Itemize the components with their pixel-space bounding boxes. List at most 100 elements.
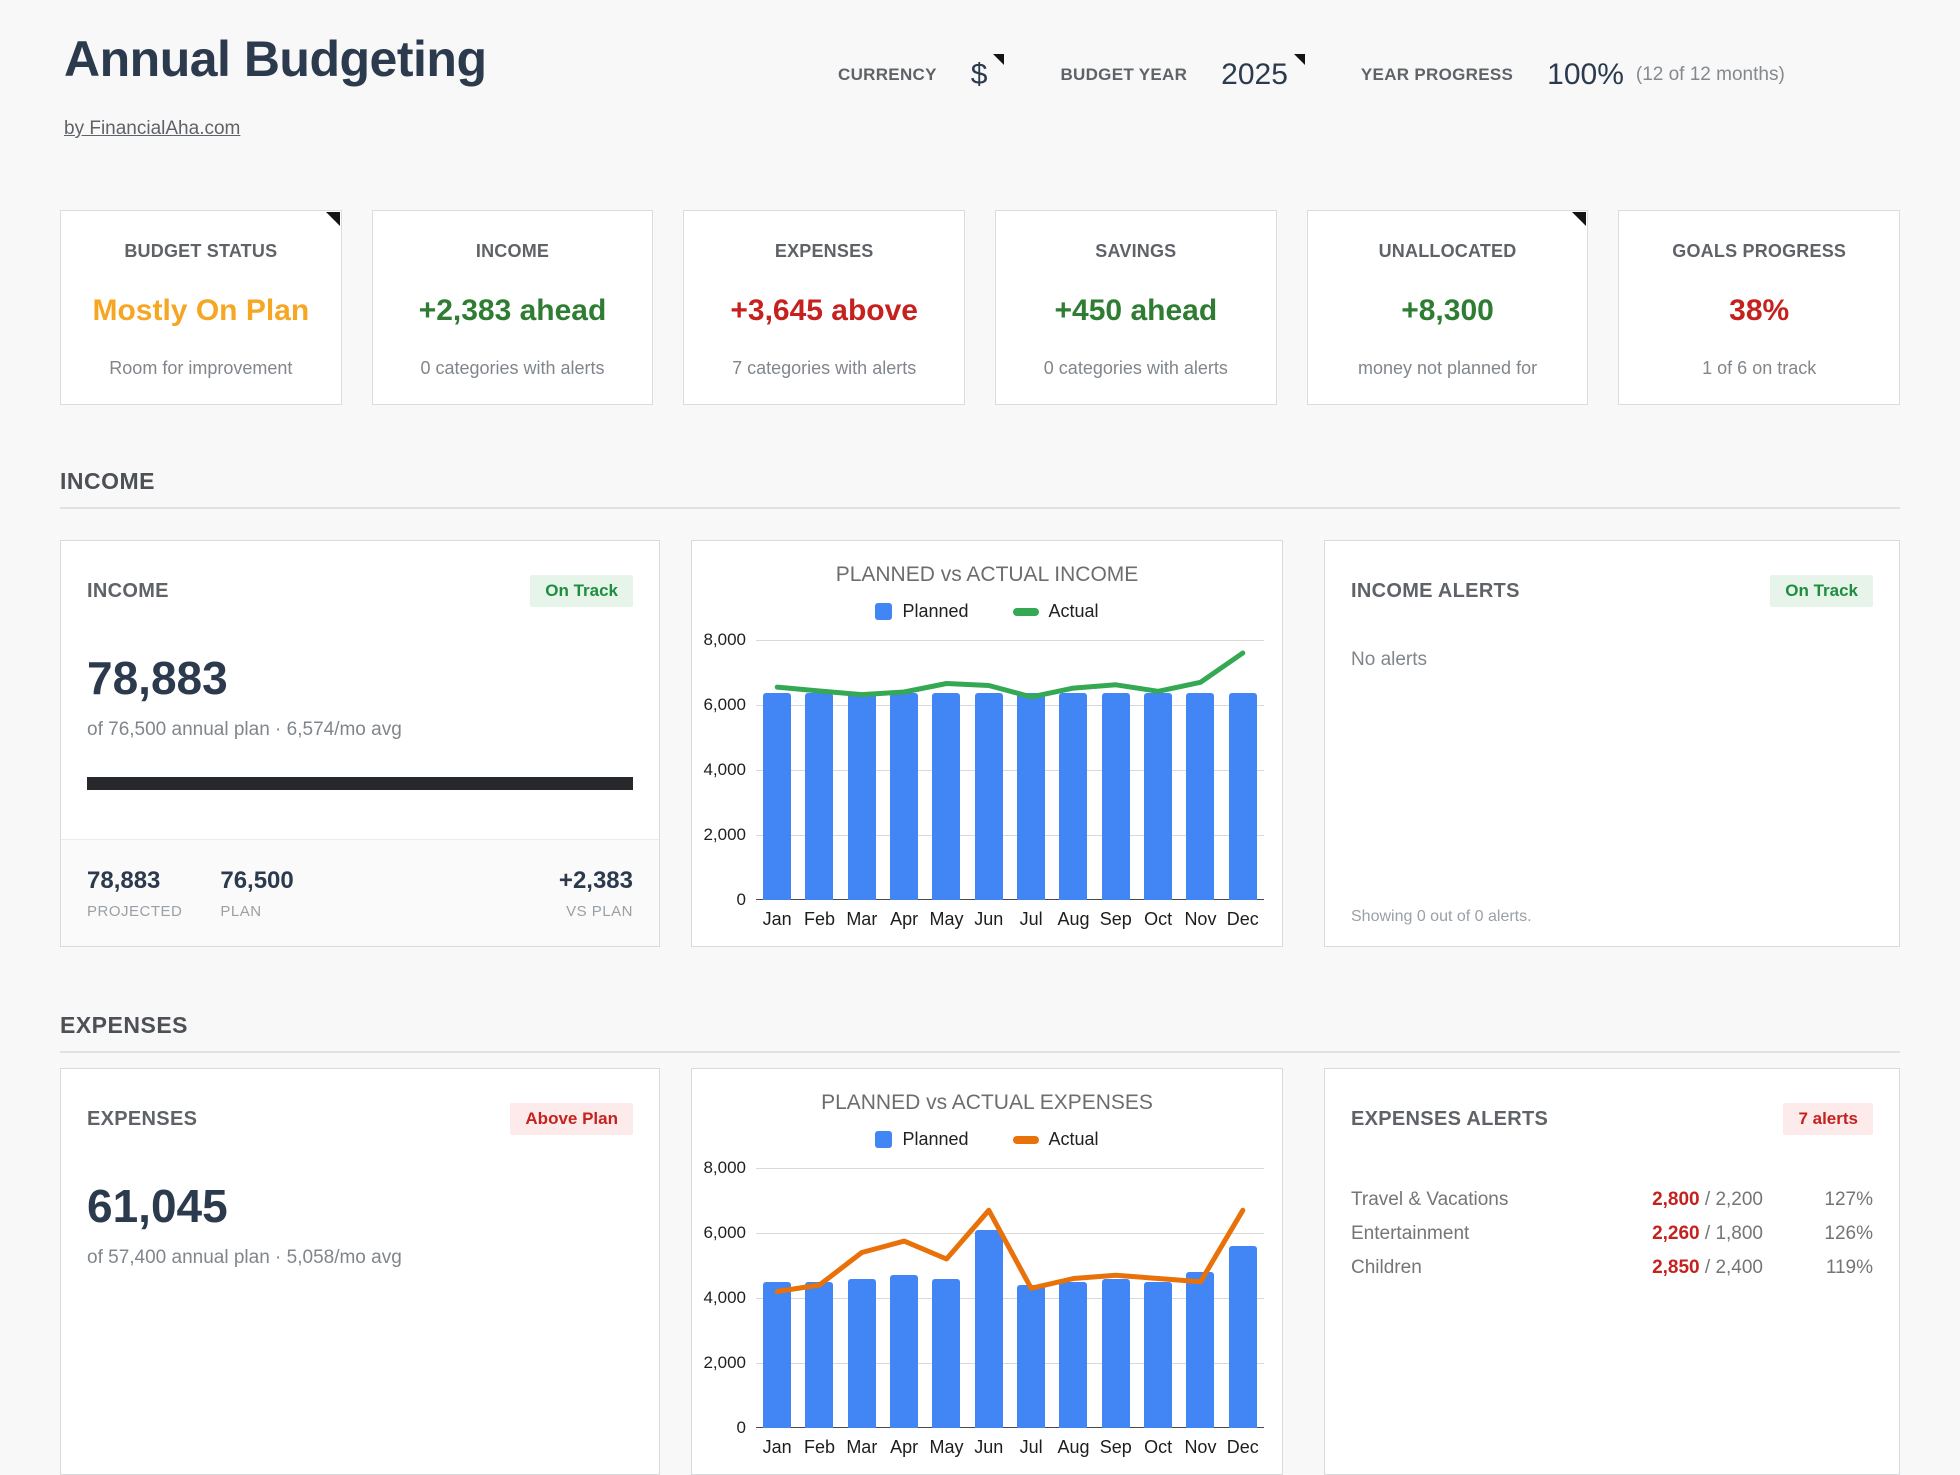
chart-legend: Planned Actual [692, 601, 1282, 622]
card-title: GOALS PROGRESS [1672, 241, 1846, 262]
alert-category: Children [1351, 1257, 1652, 1279]
legend-label: Actual [1049, 1129, 1099, 1150]
expenses-summary-panel: EXPENSES Above Plan 61,045 of 57,400 ann… [60, 1068, 660, 1475]
card-title: SAVINGS [1095, 241, 1176, 262]
legend-planned: Planned [875, 601, 968, 622]
page-title: Annual Budgeting [64, 30, 487, 88]
income-summary-panel: INCOME On Track 78,883 of 76,500 annual … [60, 540, 660, 947]
expenses-alerts-panel: EXPENSES ALERTS 7 alerts Travel & Vacati… [1324, 1068, 1900, 1475]
budget-year-control[interactable]: BUDGET YEAR 2025 [1060, 58, 1298, 92]
planned-swatch-icon [875, 603, 892, 620]
summary-card-goals-progress: GOALS PROGRESS 38% 1 of 6 on track [1618, 210, 1900, 405]
income-total: 78,883 [87, 651, 659, 705]
card-subtitle: 0 categories with alerts [420, 358, 604, 379]
card-title: INCOME [476, 241, 549, 262]
summary-card-budget-status: BUDGET STATUS Mostly On Plan Room for im… [60, 210, 342, 405]
card-subtitle: Room for improvement [109, 358, 292, 379]
alerts-footer: Showing 0 out of 0 alerts. [1351, 908, 1532, 926]
alert-category: Entertainment [1351, 1223, 1652, 1245]
alert-row: Children 2,850 / 2,400 119% [1351, 1251, 1873, 1285]
summary-card-expenses: EXPENSES +3,645 above 7 categories with … [683, 210, 965, 405]
legend-label: Planned [902, 1129, 968, 1150]
expenses-total: 61,045 [87, 1179, 659, 1233]
card-value: Mostly On Plan [92, 294, 309, 328]
alert-actual: 2,850 [1652, 1257, 1700, 1278]
alert-row: Entertainment 2,260 / 1,800 126% [1351, 1217, 1873, 1251]
card-value: +3,645 above [730, 294, 918, 328]
income-panel-footer: 78,883 PROJECTED 76,500 PLAN +2,383 VS P… [61, 839, 659, 946]
year-progress-value: 100% [1547, 58, 1624, 92]
income-alerts-panel: INCOME ALERTS On Track No alerts Showing… [1324, 540, 1900, 947]
alert-percent: 119% [1763, 1257, 1873, 1279]
alert-actual: 2,260 [1652, 1223, 1700, 1244]
x-axis: JanFebMarAprMayJunJulAugSepOctNovDec [756, 1437, 1264, 1458]
alert-percent: 127% [1763, 1189, 1873, 1211]
x-axis: JanFebMarAprMayJunJulAugSepOctNovDec [756, 909, 1264, 930]
chart-legend: Planned Actual [692, 1129, 1282, 1150]
vs-plan-value: +2,383 [559, 867, 633, 895]
year-progress-note: (12 of 12 months) [1636, 64, 1785, 86]
currency-value[interactable]: $ [971, 58, 988, 92]
expenses-panel-title: EXPENSES [87, 1108, 197, 1131]
card-value: +450 ahead [1055, 294, 1218, 328]
card-value: +8,300 [1401, 294, 1494, 328]
currency-control[interactable]: CURRENCY $ [838, 58, 998, 92]
summary-cards-row: BUDGET STATUS Mostly On Plan Room for im… [60, 210, 1900, 405]
alerts-count-badge: 7 alerts [1783, 1103, 1873, 1135]
expenses-plan-note: of 57,400 annual plan · 5,058/mo avg [87, 1247, 659, 1269]
legend-planned: Planned [875, 1129, 968, 1150]
annual-budgeting-dashboard: Annual Budgeting by FinancialAha.com CUR… [0, 0, 1960, 1250]
card-subtitle: 1 of 6 on track [1702, 358, 1816, 379]
budget-year-value[interactable]: 2025 [1221, 58, 1288, 92]
budget-year-label: BUDGET YEAR [1060, 65, 1187, 85]
plan-label: PLAN [220, 903, 293, 920]
note-marker-icon [1572, 212, 1586, 226]
alert-plan: 1,800 [1715, 1223, 1763, 1244]
legend-label: Actual [1049, 601, 1099, 622]
alert-row: Travel & Vacations 2,800 / 2,200 127% [1351, 1183, 1873, 1217]
card-subtitle: 7 categories with alerts [732, 358, 916, 379]
card-value: 38% [1729, 294, 1789, 328]
y-axis: 02,0004,0006,0008,000 [698, 1168, 746, 1428]
status-badge: Above Plan [510, 1103, 633, 1135]
expenses-row: EXPENSES Above Plan 61,045 of 57,400 ann… [60, 1068, 1900, 1475]
alert-plan: 2,400 [1715, 1257, 1763, 1278]
expenses-alerts-title: EXPENSES ALERTS [1351, 1108, 1548, 1131]
status-badge: On Track [1770, 575, 1873, 607]
expenses-chart-panel: PLANNED vs ACTUAL EXPENSES Planned Actua… [691, 1068, 1283, 1475]
income-alerts-title: INCOME ALERTS [1351, 580, 1520, 603]
dropdown-marker-icon[interactable] [1294, 54, 1305, 65]
projected-value: 78,883 [87, 867, 182, 895]
card-value: +2,383 ahead [419, 294, 607, 328]
card-subtitle: money not planned for [1358, 358, 1537, 379]
currency-label: CURRENCY [838, 65, 937, 85]
card-title: EXPENSES [775, 241, 874, 262]
expenses-chart: 02,0004,0006,0008,000 JanFebMarAprMayJun… [756, 1168, 1264, 1458]
legend-actual: Actual [1013, 1129, 1099, 1150]
legend-actual: Actual [1013, 601, 1099, 622]
income-chart: 02,0004,0006,0008,000 JanFebMarAprMayJun… [756, 640, 1264, 930]
alert-plan: 2,200 [1715, 1189, 1763, 1210]
y-axis: 02,0004,0006,0008,000 [698, 640, 746, 900]
planned-swatch-icon [875, 1131, 892, 1148]
alert-actual: 2,800 [1652, 1189, 1700, 1210]
note-marker-icon [326, 212, 340, 226]
legend-label: Planned [902, 601, 968, 622]
income-panel-title: INCOME [87, 580, 169, 603]
dropdown-marker-icon[interactable] [993, 54, 1004, 65]
summary-card-income: INCOME +2,383 ahead 0 categories with al… [372, 210, 654, 405]
plan-value: 76,500 [220, 867, 293, 895]
card-title: UNALLOCATED [1379, 241, 1517, 262]
summary-card-savings: SAVINGS +450 ahead 0 categories with ale… [995, 210, 1277, 405]
expenses-section-header: EXPENSES [60, 1012, 1900, 1053]
byline-link[interactable]: by FinancialAha.com [64, 118, 240, 140]
expense-alert-list: Travel & Vacations 2,800 / 2,200 127% En… [1351, 1183, 1873, 1285]
vs-plan-label: VS PLAN [559, 903, 633, 920]
no-alerts-text: No alerts [1351, 649, 1899, 671]
income-plan-note: of 76,500 annual plan · 6,574/mo avg [87, 719, 659, 741]
header-controls: CURRENCY $ BUDGET YEAR 2025 YEAR PROGRES… [838, 58, 1785, 92]
income-progress-bar [87, 777, 633, 790]
chart-title: PLANNED vs ACTUAL INCOME [692, 563, 1282, 587]
card-title: BUDGET STATUS [124, 241, 277, 262]
card-subtitle: 0 categories with alerts [1044, 358, 1228, 379]
